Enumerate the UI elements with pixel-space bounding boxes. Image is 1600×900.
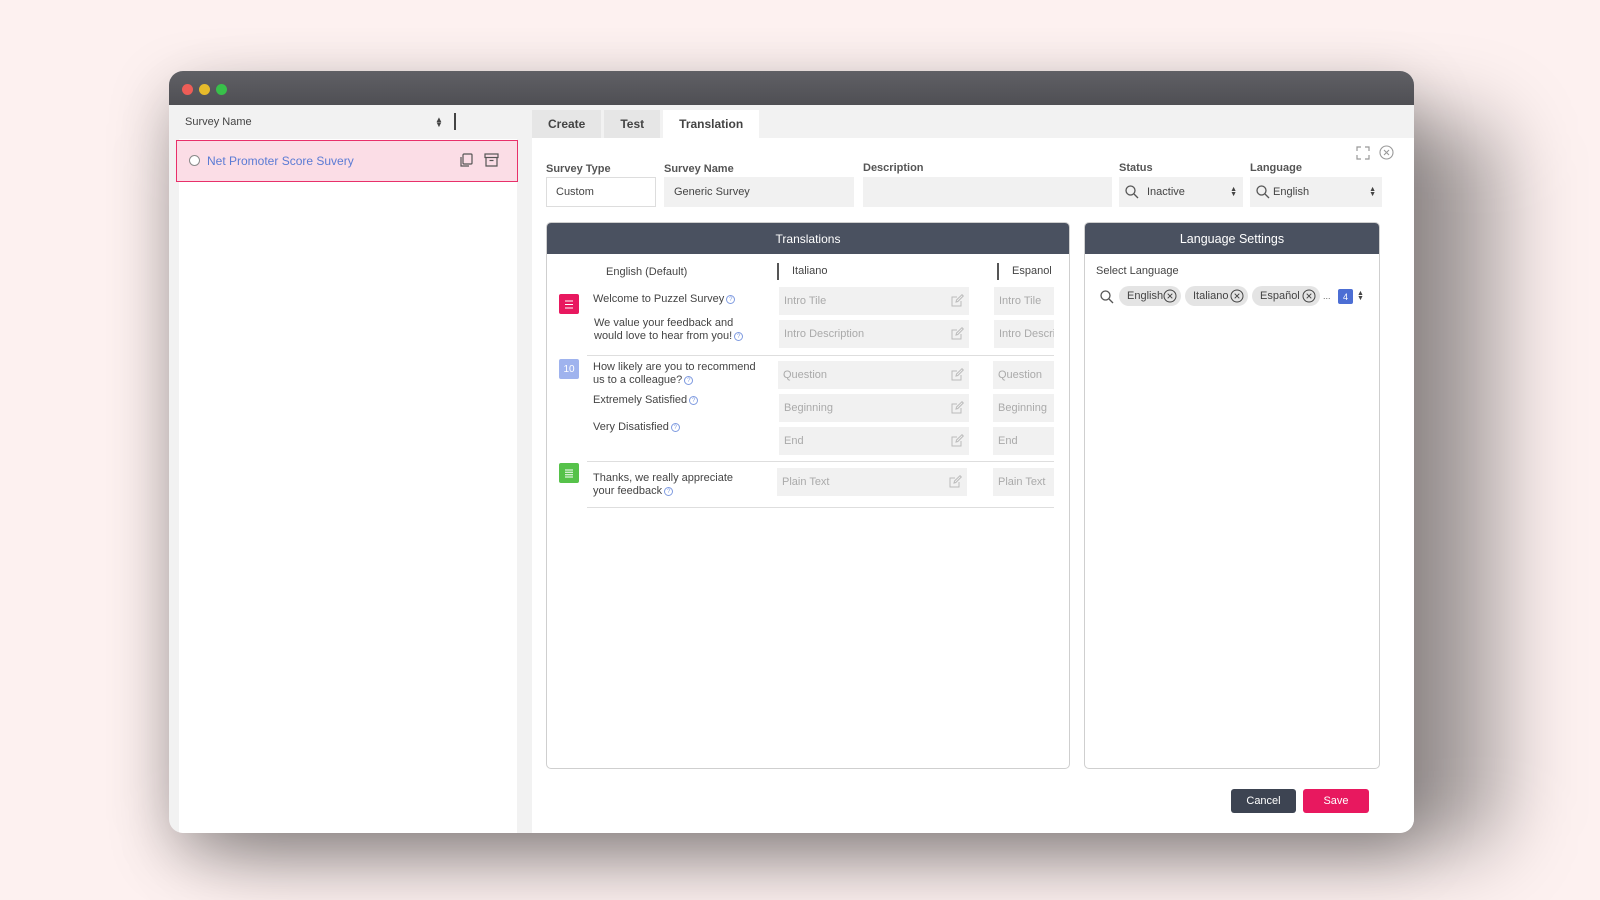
translation-panel: Survey Type Custom Survey Name Generic S…	[532, 138, 1414, 833]
copy-icon[interactable]	[459, 153, 473, 173]
espanol-beginning-input[interactable]: Beginning	[993, 394, 1054, 422]
chevron-updown-icon[interactable]: ▲ ▼	[1357, 290, 1364, 302]
italiano-plain-text-input[interactable]: Plain Text	[777, 468, 967, 496]
chevron-updown-icon: ▲ ▼	[1369, 186, 1376, 198]
survey-list-item[interactable]: Net Promoter Score Suvery	[176, 140, 518, 182]
status-value: Inactive	[1147, 186, 1185, 198]
survey-type-field[interactable]: Custom	[546, 177, 656, 207]
edit-icon[interactable]	[951, 326, 965, 343]
title-bar	[169, 71, 1414, 105]
tab-translation[interactable]: Translation	[663, 110, 760, 138]
archive-icon[interactable]	[484, 153, 499, 172]
survey-radio[interactable]	[189, 155, 200, 166]
app-window: Survey Name ▲ ▼ Net Promoter Score Suvery…	[169, 71, 1414, 833]
translations-title: Translations	[547, 223, 1069, 254]
edit-icon[interactable]	[951, 367, 965, 384]
column-header-english: English (Default)	[606, 266, 688, 278]
column-divider	[997, 263, 999, 280]
survey-name-label: Survey Name	[664, 163, 734, 175]
tab-bar: Create Test Translation	[532, 110, 762, 138]
list-icon	[559, 294, 579, 314]
italiano-intro-title-input[interactable]: Intro Tile	[779, 287, 969, 315]
column-header-italiano: Italiano	[792, 265, 828, 277]
italiano-question-input[interactable]: Question	[778, 361, 969, 389]
help-icon[interactable]: ?	[726, 294, 736, 304]
search-icon	[1125, 185, 1139, 202]
text-icon	[559, 463, 579, 483]
italiano-intro-description-input[interactable]: Intro Description	[779, 320, 969, 348]
description-field[interactable]	[863, 177, 1112, 207]
save-button[interactable]: Save	[1303, 789, 1369, 813]
italiano-end-input[interactable]: End	[779, 427, 969, 455]
survey-type-label: Survey Type	[546, 163, 611, 175]
select-language-label: Select Language	[1096, 265, 1179, 277]
help-icon[interactable]: ?	[689, 395, 699, 405]
intro-description-text: We value your feedback and would love to…	[594, 317, 744, 343]
remove-chip-icon[interactable]	[1302, 289, 1316, 306]
column-header-espanol: Espanol	[1012, 265, 1052, 277]
nps-question-text: How likely are you to recommend us to a …	[593, 361, 756, 386]
status-select[interactable]: Inactive ▲ ▼	[1119, 177, 1243, 207]
help-icon[interactable]: ?	[684, 375, 694, 385]
espanol-plain-text-input[interactable]: Plain Text	[993, 468, 1054, 496]
italiano-beginning-input[interactable]: Beginning	[779, 394, 969, 422]
sort-label: Survey Name	[185, 116, 252, 128]
zoom-window-button[interactable]	[216, 84, 227, 95]
row-divider	[587, 355, 1054, 356]
survey-item-name[interactable]: Net Promoter Score Suvery	[207, 154, 354, 168]
translations-box: Translations English (Default) Italiano …	[546, 222, 1070, 769]
cancel-button[interactable]: Cancel	[1231, 789, 1296, 813]
language-settings-box: Language Settings Select Language Englis…	[1084, 222, 1380, 769]
survey-name-value: Generic Survey	[674, 186, 750, 198]
row-divider	[587, 507, 1054, 508]
language-value: English	[1273, 186, 1310, 198]
tab-create[interactable]: Create	[532, 110, 602, 138]
remove-chip-icon[interactable]	[1163, 289, 1177, 306]
survey-list-panel: Survey Name ▲ ▼ Net Promoter Score Suvery	[176, 105, 518, 833]
espanol-end-input[interactable]: End	[993, 427, 1054, 455]
edit-icon[interactable]	[951, 400, 965, 417]
nps-beginning-text: Extremely Satisfied?	[593, 394, 699, 407]
language-chip-english[interactable]: English	[1119, 286, 1181, 306]
row-divider	[587, 461, 1054, 462]
nps-end-text: Very Disatisfied?	[593, 421, 680, 434]
survey-type-value: Custom	[556, 186, 594, 198]
plain-text-text: Thanks, we really appreciate your feedba…	[593, 472, 734, 497]
language-settings-title: Language Settings	[1085, 223, 1379, 254]
edit-icon[interactable]	[951, 293, 965, 310]
help-icon[interactable]: ?	[670, 422, 680, 432]
search-icon	[1256, 185, 1270, 202]
sort-header[interactable]: Survey Name ▲ ▼	[179, 105, 517, 139]
expand-icon[interactable]	[1356, 146, 1370, 165]
close-icon[interactable]	[1379, 145, 1394, 165]
language-chip-italiano[interactable]: Italiano	[1185, 286, 1248, 306]
close-window-button[interactable]	[182, 84, 193, 95]
edit-icon[interactable]	[951, 433, 965, 450]
nps-icon: 10	[559, 359, 579, 379]
language-chip-espanol[interactable]: Español	[1252, 286, 1320, 306]
search-icon	[1100, 290, 1114, 309]
selected-count-badge: 4	[1338, 289, 1353, 304]
minimize-window-button[interactable]	[199, 84, 210, 95]
status-label: Status	[1119, 162, 1153, 174]
remove-chip-icon[interactable]	[1230, 289, 1244, 306]
help-icon[interactable]: ?	[734, 331, 744, 341]
description-label: Description	[863, 162, 924, 174]
language-label: Language	[1250, 162, 1302, 174]
main-panel: Create Test Translation Survey Type Cust…	[532, 105, 1414, 833]
chevron-updown-icon: ▲ ▼	[1230, 186, 1237, 198]
column-divider	[777, 263, 779, 280]
sort-updown-icon[interactable]: ▲ ▼	[435, 116, 443, 129]
espanol-question-input[interactable]: Question	[993, 361, 1054, 389]
language-select[interactable]: English ▲ ▼	[1250, 177, 1382, 207]
espanol-intro-description-input[interactable]: Intro Description	[994, 320, 1054, 348]
intro-title-text: Welcome to Puzzel Survey?	[593, 293, 736, 306]
espanol-intro-title-input[interactable]: Intro Tile	[994, 287, 1054, 315]
help-icon[interactable]: ?	[664, 486, 674, 496]
sort-divider	[454, 113, 456, 130]
tab-test[interactable]: Test	[604, 110, 661, 138]
survey-name-field[interactable]: Generic Survey	[664, 177, 854, 207]
chip-overflow: ...	[1323, 291, 1331, 301]
edit-icon[interactable]	[949, 474, 963, 491]
